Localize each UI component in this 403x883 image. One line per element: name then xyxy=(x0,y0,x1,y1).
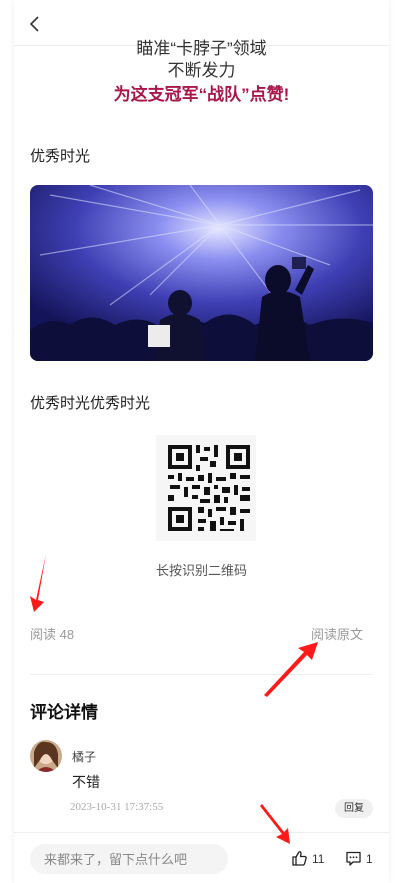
headline-line-2: 不断发力 xyxy=(167,61,236,80)
comments-title: 评论详情 xyxy=(30,703,98,722)
headline-line-1: 瞄准“卡脖子”领域 xyxy=(136,39,267,58)
annotation-arrow-like xyxy=(260,804,290,844)
avatar[interactable] xyxy=(30,740,62,772)
qr-code[interactable] xyxy=(156,435,256,541)
back-button[interactable] xyxy=(26,14,46,34)
comment-input[interactable] xyxy=(30,844,228,874)
reply-button[interactable]: 回复 xyxy=(335,799,373,818)
section-title-1: 优秀时光 xyxy=(30,148,91,165)
annotation-arrow-read-count xyxy=(30,554,46,612)
section-title-2: 优秀时光优秀时光 xyxy=(30,395,151,412)
article-page: 瞄准“卡脖子”领域 不断发力 为这支冠军“战队”点赞! 优秀时光 优秀时光优秀时… xyxy=(14,0,389,883)
comment-icon xyxy=(346,852,361,866)
like-count: 11 xyxy=(312,851,325,866)
article-headline: 瞄准“卡脖子”领域 不断发力 为这支冠军“战队”点赞! xyxy=(14,38,389,108)
annotation-arrow-read-original xyxy=(264,642,318,697)
qr-caption: 长按识别二维码 xyxy=(155,563,247,578)
divider xyxy=(30,674,373,675)
comment-text: 不错 xyxy=(72,774,100,790)
headline-line-3: 为这支冠军“战队”点赞! xyxy=(113,85,290,104)
hero-image xyxy=(30,185,373,361)
bottom-bar: 11 1 xyxy=(14,832,389,883)
thumbs-up-icon xyxy=(292,851,307,866)
comment-button[interactable]: 1 xyxy=(345,850,373,870)
read-count: 阅读 48 xyxy=(30,627,75,642)
back-icon xyxy=(29,16,39,32)
like-button[interactable]: 11 xyxy=(291,850,324,870)
comment-timestamp: 2023-10-31 17:37:55 xyxy=(70,801,164,813)
comment-count: 1 xyxy=(366,851,373,866)
comment-username: 橘子 xyxy=(72,750,97,764)
